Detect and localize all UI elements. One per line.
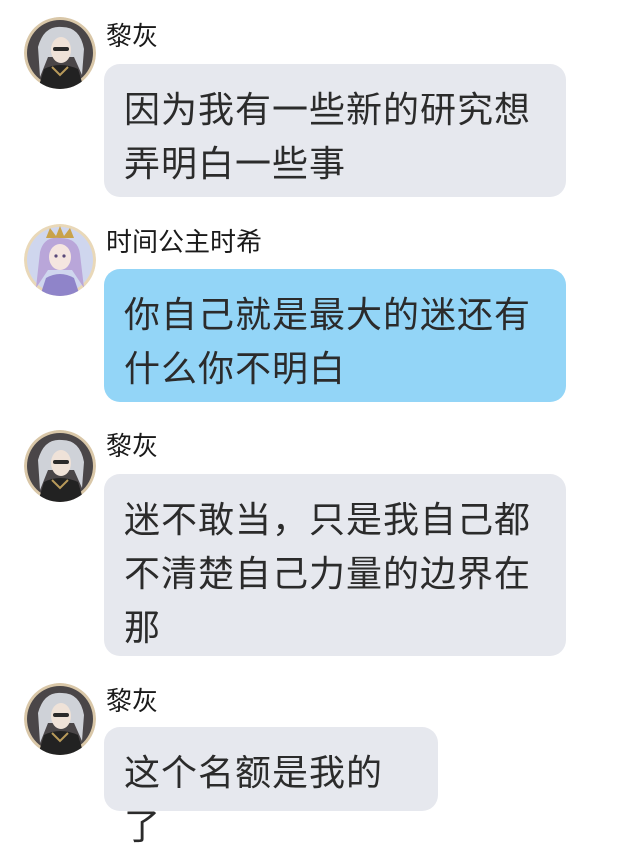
sender-name: 时间公主时希 [106, 228, 263, 258]
message-bubble[interactable]: 迷不敢当，只是我自己都不清楚自己力量的边界在那 [104, 474, 566, 656]
silver-haired-man-avatar-icon[interactable] [24, 17, 96, 89]
message-bubble[interactable]: 这个名额是我的了 [104, 727, 438, 848]
silver-haired-man-avatar-icon[interactable] [24, 683, 96, 755]
chat-transcript: 黎灰 因为我有一些新的研究想弄明白一些事 时间公主时希 你自己就是最大的迷还有什… [0, 0, 640, 848]
sender-name: 黎灰 [106, 687, 159, 717]
message-bubble[interactable]: 因为我有一些新的研究想弄明白一些事 [104, 64, 566, 197]
crowned-princess-avatar-icon[interactable] [24, 224, 96, 296]
sender-name: 黎灰 [106, 432, 159, 462]
message-bubble[interactable]: 你自己就是最大的迷还有什么你不明白 [104, 269, 566, 402]
sender-name: 黎灰 [106, 22, 159, 52]
silver-haired-man-avatar-icon[interactable] [24, 430, 96, 502]
